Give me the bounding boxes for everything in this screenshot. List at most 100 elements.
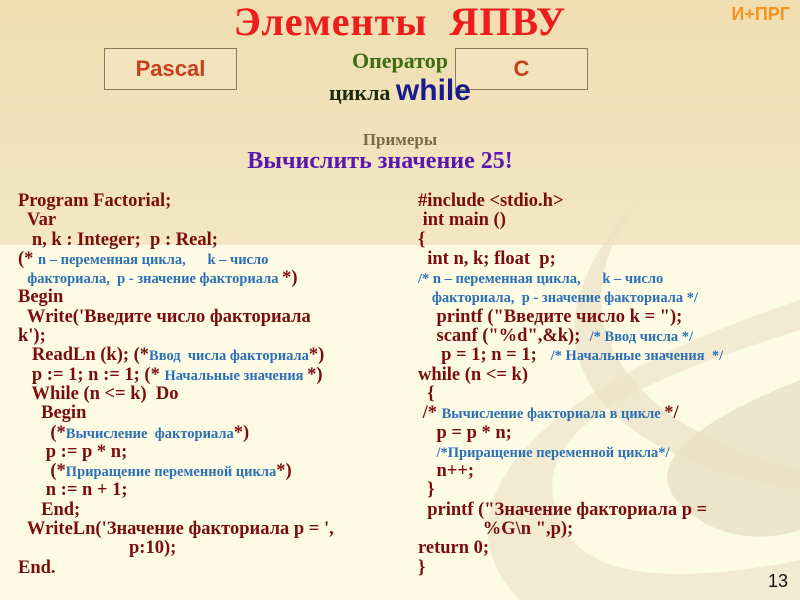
code-line: { [418,383,723,404]
code-text: while (n <= k) [418,364,528,385]
code-text: { [418,229,426,250]
code-text: *) [307,364,323,385]
code-line: End; [18,499,334,520]
code-line: return 0; [418,539,723,558]
code-line: Begin [18,288,334,307]
code-line: { [418,229,723,250]
code-line: (*Вычисление факториала*) [18,422,334,443]
code-line: %G\n ",p); [418,519,723,540]
code-text: scanf ("%d",&k); [418,326,590,347]
code-line: /*Приращение переменной цикла*/ [418,443,723,462]
code-text: } [418,557,426,578]
code-text: } [418,480,435,501]
code-text: %G\n ",p); [418,519,574,540]
tab-pascal-label: Pascal [135,56,206,81]
operator-keyword: while [395,74,471,107]
code-text: p := p * n; [18,441,128,462]
examples-label: Примеры [362,130,438,149]
code-text: WriteLn('Значение факториала p = ', [18,519,334,540]
code-text: Var [18,210,57,231]
code-line: #include <stdio.h> [418,191,723,211]
code-line: (*Приращение переменной цикла*) [18,462,334,481]
code-comment: /* Ввод числа */ [589,329,693,346]
code-text: { [418,383,435,404]
code-text: #include <stdio.h> [418,191,564,211]
code-line: /* Вычисление факториала в цикле */ [418,404,723,423]
code-line: p = p * n; [418,422,723,443]
code-line: /* n – переменная цикла, k – число [418,269,723,288]
code-line: ReadLn (k); (*Ввод числа факториала*) [18,346,334,365]
tab-pascal[interactable]: Pascal [104,48,237,90]
code-text: End; [18,499,81,520]
code-text: n := n + 1; [18,480,128,501]
code-text: p:10); [18,538,177,559]
code-line: n, k : Integer; p : Real; [18,229,334,250]
code-comment: факториала, р - значение факториала [27,271,283,288]
code-line: Write('Введите число факториала [18,306,334,327]
code-line: p:10); [18,539,334,558]
code-comment: /* [418,271,433,288]
code-line: scanf ("%d",&k); /* Ввод числа */ [418,326,723,347]
code-line: n++; [418,462,723,481]
code-comment: Приращение переменной цикла [65,464,277,481]
code-text: n, k : Integer; p : Real; [18,229,218,250]
code-comment: Вычисление факториала в цикле [441,406,665,423]
code-comment: Вычисление факториала [65,425,234,442]
operator-prefix: цикла [329,80,396,105]
code-text: Program Factorial; [18,191,172,211]
c-code-block: #include <stdio.h> int main (){ int n, k… [418,191,723,578]
code-text: *) [276,461,292,482]
code-line: while (n <= k) [418,364,723,385]
code-text: k'); [18,326,46,347]
code-line: printf ("Значение факториала p = [418,499,723,520]
operator-heading: Оператор [352,48,448,73]
operator-subheading: цикла while [300,74,500,108]
code-text: /* [418,403,442,424]
code-comment: n – переменная цикла, k – число [38,251,269,268]
code-line: (* n – переменная цикла, k – число [18,249,334,269]
course-label: И+ПРГ [731,4,790,24]
code-text: While (n <= k) Do [18,383,179,404]
code-text: */ [664,403,679,424]
code-line: факториала, р - значение факториала *) [18,269,334,288]
code-line: int n, k; float p; [418,248,723,269]
code-text: int n, k; float p; [418,248,556,269]
code-line: printf ("Введите число k = "); [418,306,723,327]
code-text: (* [18,422,66,443]
code-text: return 0; [418,538,490,559]
code-text: p = p * n; [418,422,512,443]
task-heading: Вычислить значение 25! [247,148,513,174]
code-comment: факториала, р - значение факториала */ [431,290,699,307]
code-text: p = 1; n = 1; [418,345,551,366]
code-comment: Начальные значения [164,367,308,384]
code-text: printf ("Значение факториала p = [418,499,708,520]
code-comment: /* Начальные значения */ [550,348,724,365]
code-text: printf ("Введите число k = "); [418,306,683,327]
code-text: *) [308,345,325,366]
code-line: int main () [418,211,723,230]
code-text: Begin [18,287,64,308]
code-text: *) [233,422,250,443]
code-line: Begin [18,404,334,423]
code-line: n := n + 1; [18,481,334,500]
code-text: ReadLn (k); (* [18,345,150,366]
code-text: Write('Введите число факториала [18,306,311,327]
code-line: p = 1; n = 1; /* Начальные значения */ [418,346,723,365]
code-text: int main () [418,210,506,231]
code-line: End. [18,557,334,578]
code-line: While (n <= k) Do [18,383,334,404]
code-text: n++; [418,461,475,482]
code-text: p := 1; n := 1; (* [18,364,165,385]
code-line: факториала, р - значение факториала */ [418,288,723,307]
code-comment: /*Приращение переменной цикла*/ [436,444,670,461]
code-line: } [418,481,723,500]
code-comment: n – переменная цикла, k – число [432,271,664,288]
code-line: p := p * n; [18,441,334,462]
code-line: k'); [18,326,334,347]
code-text: *) [282,268,298,289]
code-text: End. [18,557,56,578]
page-number: 13 [767,571,788,591]
